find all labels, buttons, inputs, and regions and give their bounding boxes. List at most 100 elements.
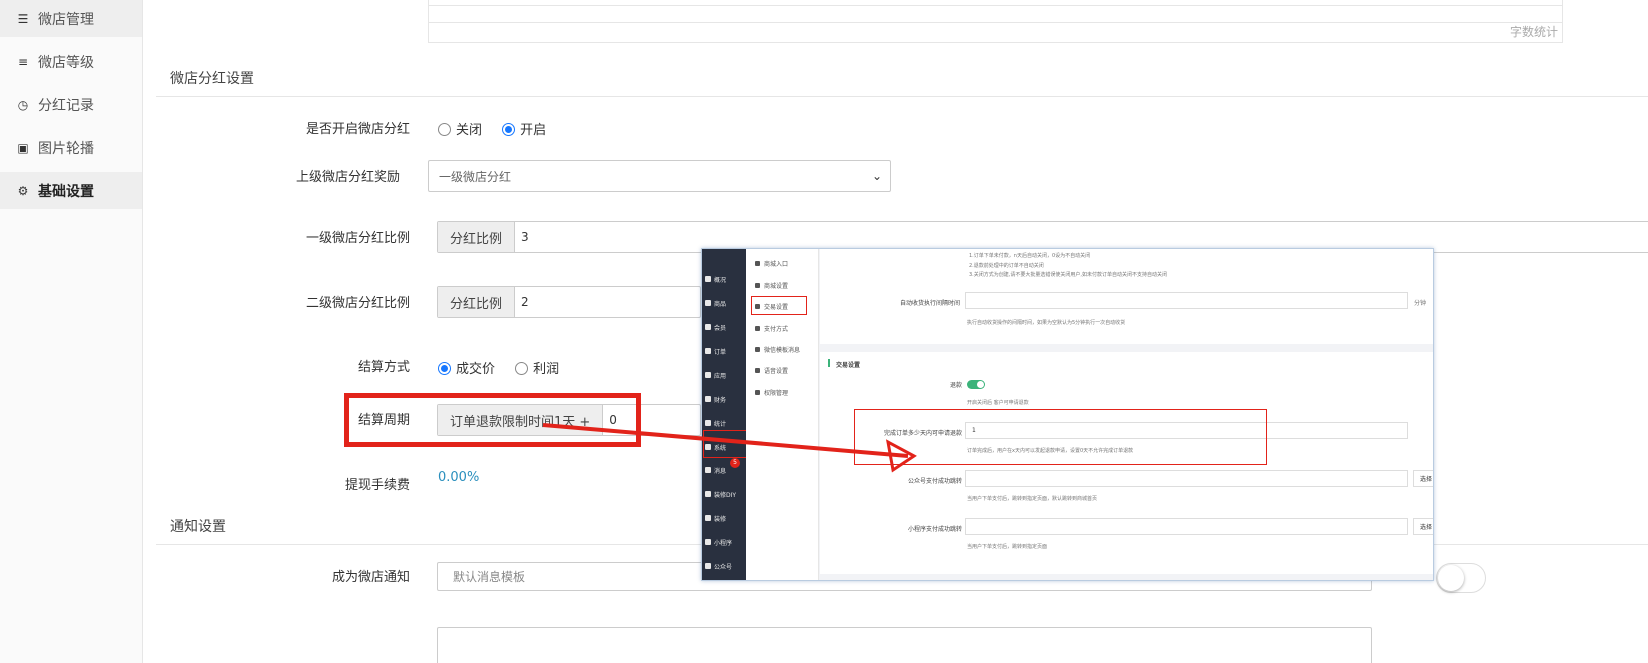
overlay-main: 1.订单下单未付款，n天后自动关闭，0设为不自动关闭 2.退款前处理中的订单不自… [820,249,1433,580]
input-addon: 分红比例 [438,287,516,317]
overlay-nav-item[interactable]: 概况 [705,272,745,286]
gears-icon: ⚙ [17,183,29,198]
annotation-highlight-box [344,393,641,447]
overlay-nav-item[interactable]: 装修DIY [705,487,745,501]
overlay-sub-item[interactable]: 商城设置 [755,281,788,290]
notification-badge: 5 [730,458,740,468]
nav-icon [705,300,711,306]
nav-label: 财务 [714,396,727,404]
parent-reward-label: 上级微店分红奖励 [295,170,400,185]
become-shop-notify-label: 成为微店通知 [331,570,410,585]
parent-reward-select[interactable]: 一级微店分红 ⌄ [428,160,891,192]
sidebar-item-dividend-records[interactable]: ◷ 分红记录 [0,86,142,123]
overlay-nav-item[interactable]: 订单 [705,344,745,358]
divider [156,96,1648,97]
sub-label: 语音设置 [764,368,789,375]
sub-label: 商城入口 [764,261,789,268]
overlay-subnav: 商城入口 商城设置 交易设置 支付方式 微信模板消息 语音设置 权限管理 [746,249,819,580]
enable-dividend-label: 是否开启微店分红 [305,122,410,137]
level2-ratio-label: 二级微店分红比例 [305,296,410,311]
overlay-nav-item[interactable]: 应用 [705,368,745,382]
nav-label: 会员 [714,324,727,332]
sidebar-item-shop-level[interactable]: ≡ 微店等级 [0,43,142,80]
level2-ratio-input-group: 分红比例 2 [437,286,701,318]
overlay-panel: 1.订单下单未付款，n天后自动关闭，0设为不自动关闭 2.退款前处理中的订单不自… [820,249,1433,344]
sidebar-item-shop-manage[interactable]: ☰ 微店管理 [0,0,142,37]
overlay-nav-item[interactable]: 会员 [705,320,745,334]
overlay-nav-item[interactable]: 统计 [705,416,745,430]
nav-icon [705,563,711,569]
nav-label: 订单 [714,348,727,356]
sub-icon [755,261,760,266]
auto-receive-label: 自动收货执行间隔时间 [899,300,960,307]
nav-icon [705,348,711,354]
mini-pay-select-button[interactable]: 选择 [1413,518,1433,535]
section-title-notify: 通知设置 [170,519,226,535]
nav-icon [705,276,711,282]
button-label: 选择 [1420,476,1433,483]
radio-option-profit[interactable]: 利润 [515,362,559,377]
mp-pay-input[interactable] [965,470,1408,487]
radio-option-off[interactable]: 关闭 [438,123,482,138]
nav-icon [705,491,711,497]
mp-pay-select-button[interactable]: 选择 [1413,470,1433,487]
overlay-nav-item[interactable]: 装修 [705,511,745,525]
embedded-screenshot: 概况 商品 会员 订单 应用 财务 统计 系统 消息 装修DIY 装修 小程序 … [701,248,1434,581]
overlay-nav-item[interactable]: 公众号 [705,559,745,573]
radio-circle-checked[interactable] [438,362,451,375]
overlay-sub-item[interactable]: 商城入口 [755,259,788,268]
level2-ratio-input[interactable]: 2 [515,287,529,317]
refund-toggle[interactable] [967,380,985,389]
withdraw-fee-value: 0.00% [438,470,480,485]
nav-icon [705,372,711,378]
nav-icon [705,420,711,426]
radio-circle[interactable] [438,123,451,136]
mp-pay-note: 当用户下单支付后，跳转到指定页面，默认跳转到商城首页 [967,496,1098,502]
auto-receive-input[interactable] [965,292,1408,309]
overlay-sub-item[interactable]: 支付方式 [755,324,788,333]
radio-option-deal-price[interactable]: 成交价 [438,362,495,377]
overlay-nav: 概况 商品 会员 订单 应用 财务 统计 系统 消息 装修DIY 装修 小程序 … [702,249,749,580]
mini-pay-label: 小程序支付成功跳转 [907,526,962,533]
overlay-annotation-box [751,296,807,315]
overlay-nav-item[interactable]: 财务 [705,392,745,406]
overlay-sub-item[interactable]: 语音设置 [755,366,788,375]
overlay-nav-item[interactable]: 小程序 [705,535,745,549]
overlay-annotation-box [854,409,1267,465]
sub-icon [755,347,760,352]
overlay-nav-item[interactable]: 商品 [705,296,745,310]
nav-icon [705,467,711,473]
radio-label: 利润 [533,362,560,377]
nav-icon [705,324,711,330]
nav-label: 公众号 [714,563,733,571]
select-placeholder: 默认消息模板 [453,570,526,584]
sidebar-item-image-carousel[interactable]: ▣ 图片轮播 [0,129,142,166]
radio-option-on[interactable]: 开启 [502,123,546,138]
sub-label: 商城设置 [764,283,789,290]
mini-pay-input[interactable] [965,518,1408,535]
notify-toggle[interactable] [1436,563,1486,593]
level1-ratio-input[interactable]: 3 [515,222,529,252]
mini-pay-note: 当用户下单支付后，跳转到指定页面 [967,544,1048,550]
level1-ratio-label: 一级微店分红比例 [305,231,410,246]
withdraw-fee-label: 提现手续费 [344,478,410,493]
clock-icon: ◷ [17,97,29,112]
nav-label: 统计 [714,420,727,428]
section-marker [828,359,830,367]
next-notify-input[interactable] [437,627,1372,663]
radio-label: 成交价 [456,362,496,377]
refund-note: 开启关闭后 客户可申请退款 [967,400,1029,406]
button-label: 选择 [1420,524,1433,531]
radio-circle-checked[interactable] [502,123,516,136]
sidebar-item-label: 分红记录 [38,97,94,114]
sub-icon [755,368,760,373]
align-icon: ≡ [17,54,29,69]
editor-line [429,5,1562,6]
overlay-sub-item[interactable]: 微信模板消息 [755,345,800,354]
overlay-sub-item[interactable]: 权限管理 [755,388,788,397]
radio-circle[interactable] [515,362,529,375]
sidebar-item-basic-settings[interactable]: ⚙ 基础设置 [0,172,142,209]
editor-box[interactable]: 字数统计 [428,0,1563,43]
sub-icon [755,390,760,395]
chevron-down-icon: ⌄ [871,169,882,183]
